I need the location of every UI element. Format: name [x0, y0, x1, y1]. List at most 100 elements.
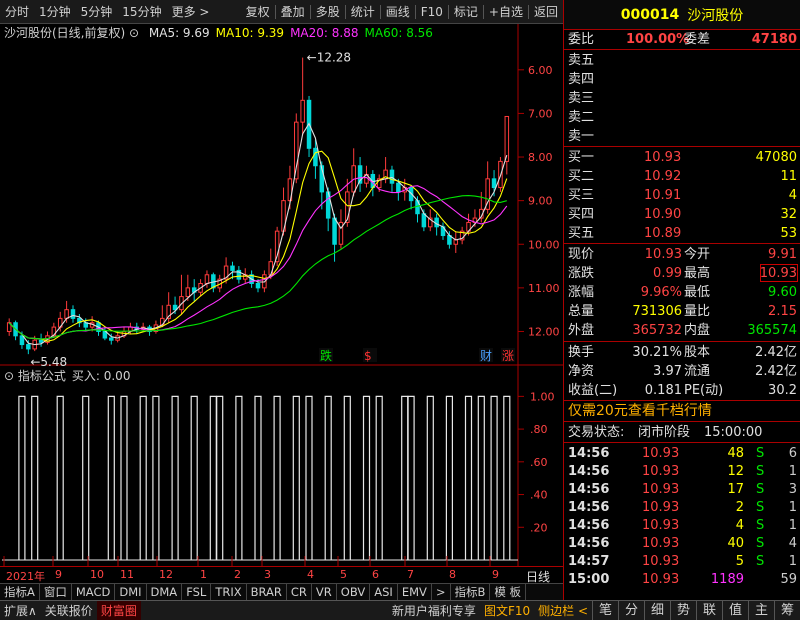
tool-button-2[interactable]: 多股 — [311, 0, 345, 24]
quick-view-2[interactable]: 细 — [644, 600, 670, 620]
status-item-1[interactable]: 关联报价 — [41, 601, 97, 620]
indicator-tab-13[interactable]: > — [432, 584, 451, 600]
indicator-tab-14[interactable]: 指标B — [451, 584, 491, 600]
stat-label-2: 流通 — [684, 364, 711, 379]
stat-value: 3.97 — [653, 364, 682, 379]
date-label-12: 8 — [449, 568, 456, 581]
tick-price: 10.93 — [642, 554, 680, 569]
chart-area[interactable]: 沙河股份(日线,前复权) ⊙ MA5: 9.69 MA10: 9.39 MA20: … — [0, 24, 563, 566]
quick-view-3[interactable]: 势 — [670, 600, 696, 620]
buy-row-2: 买三 10.91 4 — [564, 186, 800, 205]
tick-count: 1 — [788, 500, 797, 515]
period-tab-1[interactable]: 1分钟 — [34, 0, 76, 24]
period-tab-0[interactable]: 分时 — [0, 0, 34, 24]
period-tab-3[interactable]: 15分钟 — [117, 0, 166, 24]
stock-header: 000014 沙河股份 — [564, 0, 800, 30]
period-tab-2[interactable]: 5分钟 — [76, 0, 118, 24]
header-part-4: MA20: 8.88 — [290, 26, 358, 40]
stat-row-1: 净资 3.97 流通 2.42亿 — [564, 362, 800, 381]
top-toolbar: 分时 1分钟 5分钟 15分钟 更多 > 复权 叠加 多股 统计 画线 F10 标记 +自选 返回 — [0, 0, 563, 24]
status-active-tab[interactable]: 财富圈 — [96, 600, 141, 620]
period-tab-4[interactable]: 更多 > — [167, 0, 215, 24]
quick-view-7[interactable]: 筹 — [774, 600, 800, 620]
period-tabs: 分时 1分钟 5分钟 15分钟 更多 > — [0, 0, 214, 24]
quote-row-4: 外盘 365732 内盘 365574 — [564, 321, 800, 340]
indicator-tab-0[interactable]: 指标A — [0, 584, 40, 600]
indicator-value: 买入: 0.00 — [72, 369, 131, 383]
weibi-value: 100.00% — [626, 32, 690, 47]
quote-row-0: 现价 10.93 今开 9.91 — [564, 245, 800, 264]
quick-view-1[interactable]: 分 — [618, 600, 644, 620]
quote-label: 涨跌 — [568, 266, 595, 281]
quote-panel: 000014 沙河股份 委比 100.00% 委差 47180 卖五 卖四 卖三 卖二 卖一 买一… — [563, 0, 800, 600]
promo-link[interactable]: 新用户福利专享 — [388, 601, 480, 620]
indicator-tab-2[interactable]: MACD — [72, 584, 116, 600]
tick-volume: 48 — [727, 446, 744, 461]
indicator-tab-12[interactable]: EMV — [398, 584, 432, 600]
kline-chart[interactable]: 沙河股份(日线,前复权) ⊙ MA5: 9.69 MA10: 9.39 MA20: … — [0, 24, 563, 566]
sell-row-4: 卖一 — [564, 127, 800, 146]
status-right-1[interactable]: 侧边栏 < — [534, 601, 592, 620]
tool-buttons: 复权 叠加 多股 统计 画线 F10 标记 +自选 返回 — [241, 0, 563, 24]
quote-row-2: 涨幅 9.96% 最低 9.60 — [564, 283, 800, 302]
status-right-0[interactable]: 图文F10 — [480, 601, 534, 620]
tool-button-5[interactable]: F10 — [416, 0, 448, 24]
sell-label: 卖一 — [568, 129, 595, 144]
date-label-10: 6 — [372, 568, 379, 581]
sell-label: 卖五 — [568, 53, 595, 68]
period-label[interactable]: 日线 — [526, 568, 550, 585]
indicator-tab-7[interactable]: BRAR — [247, 584, 287, 600]
weicha-label: 委差 — [684, 32, 711, 47]
buy-label: 买五 — [568, 226, 595, 241]
quick-view-5[interactable]: 值 — [722, 600, 748, 620]
event-marker-zhang[interactable]: 涨 — [502, 348, 514, 363]
indicator-tab-1[interactable]: 窗口 — [40, 584, 72, 600]
event-marker-die[interactable]: 跌 — [320, 348, 332, 363]
price-tick-label: 7.00 — [528, 107, 553, 120]
buy-price: 10.93 — [644, 150, 682, 165]
quote-label: 外盘 — [568, 323, 595, 338]
panel-divider — [564, 146, 800, 147]
promo-row[interactable]: 仅需20元查看千档行情 — [564, 402, 800, 421]
event-marker-dollar[interactable]: $ — [364, 349, 372, 363]
ind-tick-label: .60 — [530, 456, 548, 469]
buy-price: 10.90 — [644, 207, 682, 222]
buy-price: 10.91 — [644, 188, 682, 203]
event-marker-cai[interactable]: 财 — [480, 349, 492, 363]
tool-button-4[interactable]: 画线 — [381, 0, 415, 24]
date-label-4: 12 — [159, 568, 173, 581]
indicator-tab-8[interactable]: CR — [287, 584, 312, 600]
stat-value: 0.181 — [644, 383, 682, 398]
tool-button-1[interactable]: 叠加 — [276, 0, 310, 24]
weibi-label: 委比 — [568, 32, 595, 47]
tool-button-7[interactable]: +自选 — [484, 0, 528, 24]
tick-row-6: 14:57 10.93 5 S 1 — [564, 552, 800, 571]
tick-time: 14:57 — [568, 554, 610, 569]
indicator-tab-6[interactable]: TRIX — [211, 584, 247, 600]
indicator-tab-15[interactable]: 模 板 — [490, 584, 527, 600]
tool-button-0[interactable]: 复权 — [241, 0, 275, 24]
quote-value: 0.99 — [653, 266, 682, 281]
indicator-tab-9[interactable]: VR — [312, 584, 337, 600]
date-label-5: 1 — [200, 568, 207, 581]
status-item-0[interactable]: 扩展∧ — [0, 601, 41, 620]
indicator-tab-11[interactable]: ASI — [370, 584, 398, 600]
tool-button-3[interactable]: 统计 — [346, 0, 380, 24]
quick-view-6[interactable]: 主 — [748, 600, 774, 620]
tool-button-8[interactable]: 返回 — [529, 0, 563, 24]
quick-view-0[interactable]: 笔 — [592, 600, 618, 620]
tick-row-0: 14:56 10.93 48 S 6 — [564, 444, 800, 463]
indicator-tab-5[interactable]: FSL — [182, 584, 212, 600]
ind-tick-label: .20 — [530, 521, 548, 534]
stat-row-0: 换手 30.21% 股本 2.42亿 — [564, 343, 800, 362]
indicator-tab-3[interactable]: DMI — [115, 584, 147, 600]
quick-view-4[interactable]: 联 — [696, 600, 722, 620]
tick-volume: 40 — [727, 536, 744, 551]
tool-button-6[interactable]: 标记 — [449, 0, 483, 24]
indicator-tab-10[interactable]: OBV — [337, 584, 371, 600]
sell-row-2: 卖三 — [564, 89, 800, 108]
stat-value-2: 2.42亿 — [755, 364, 797, 379]
tick-price: 10.93 — [642, 482, 680, 497]
quote-value-2: 9.60 — [768, 285, 797, 300]
indicator-tab-4[interactable]: DMA — [147, 584, 183, 600]
